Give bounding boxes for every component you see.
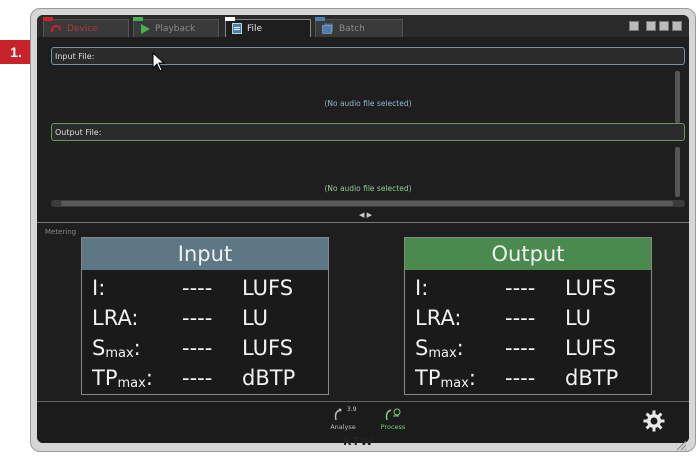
- analyse-version: 3.9: [347, 406, 357, 413]
- meter-row-tpmax: TPmax: ---- dBTP: [92, 366, 296, 391]
- divider: [37, 222, 689, 223]
- output-file-label: Output File:: [55, 127, 102, 137]
- step-marker: 1.: [0, 40, 32, 64]
- meter-row-tpmax: TPmax: ---- dBTP: [415, 366, 619, 391]
- tab-playback-label: Playback: [155, 23, 196, 34]
- meter-row-lra: LRA: ---- LU: [92, 306, 269, 330]
- app-window-frame: Device Playback File Batch Input File: (…: [30, 8, 696, 452]
- output-file-field[interactable]: Output File:: [51, 123, 685, 141]
- meter-row-integrated: I: ---- LUFS: [92, 276, 294, 300]
- meter-row-smax: Smax: ---- LUFS: [415, 336, 617, 361]
- analyse-button[interactable]: 3.9 Analyse: [323, 406, 363, 431]
- tab-batch[interactable]: Batch: [315, 17, 403, 37]
- batch-icon: [322, 23, 333, 34]
- resize-grip-icon[interactable]: [675, 439, 687, 451]
- brand-logo: RTW: [343, 435, 374, 448]
- input-meter-title: Input: [82, 238, 328, 270]
- analyse-label: Analyse: [330, 423, 356, 431]
- close-icon[interactable]: [672, 21, 682, 31]
- horizontal-scrollbar[interactable]: [51, 200, 685, 207]
- meter-row-integrated: I: ---- LUFS: [415, 276, 617, 300]
- tab-device[interactable]: Device: [43, 17, 129, 37]
- mouse-cursor-icon: [152, 52, 166, 72]
- output-meter-panel: Output I: ---- LUFS LRA: ---- LU Smax: -…: [404, 237, 652, 395]
- tab-bar: Device Playback File Batch: [37, 15, 689, 37]
- input-file-label: Input File:: [55, 51, 95, 61]
- tab-playback[interactable]: Playback: [133, 17, 219, 37]
- output-meter-title: Output: [405, 238, 651, 270]
- tab-batch-label: Batch: [339, 23, 365, 34]
- app-window: Device Playback File Batch Input File: (…: [37, 15, 689, 443]
- input-file-status: (No audio file selected): [324, 99, 412, 108]
- maximize-icon[interactable]: [659, 21, 669, 31]
- play-icon: [141, 23, 150, 34]
- minimize-icon[interactable]: [646, 21, 656, 31]
- process-button[interactable]: Process: [373, 406, 413, 431]
- meter-row-smax: Smax: ---- LUFS: [92, 336, 294, 361]
- device-icon: [51, 24, 61, 32]
- input-meter-panel: Input I: ---- LUFS LRA: ---- LU Smax: --…: [81, 237, 329, 395]
- gear-icon[interactable]: [643, 410, 665, 432]
- process-icon: [385, 408, 401, 421]
- tab-device-label: Device: [67, 23, 98, 34]
- tab-file-label: File: [247, 23, 263, 34]
- navigate-arrows-icon[interactable]: ◀ ▶: [359, 211, 372, 219]
- detach-icon[interactable]: [629, 21, 639, 31]
- metering-section-label: Metering: [45, 228, 77, 236]
- output-file-status: (No audio file selected): [324, 184, 412, 193]
- meter-row-lra: LRA: ---- LU: [415, 306, 592, 330]
- file-icon: [232, 23, 242, 34]
- input-file-field[interactable]: Input File:: [51, 47, 685, 65]
- tab-file[interactable]: File: [225, 17, 311, 37]
- input-list-scrollbar[interactable]: [675, 71, 680, 123]
- process-label: Process: [380, 423, 406, 431]
